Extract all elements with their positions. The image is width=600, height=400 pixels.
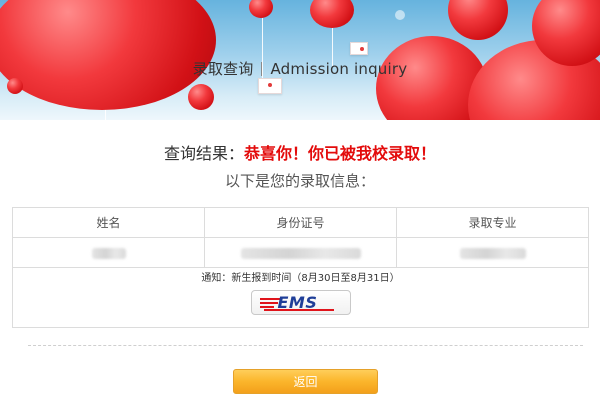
- result-line: 查询结果：恭喜你！你已被我校录取！: [0, 140, 600, 164]
- page: 录取查询 Admission inquiry 查询结果：恭喜你！你已被我校录取！ …: [0, 0, 600, 400]
- title-separator: [261, 62, 263, 76]
- notice-row: 通知：新生报到时间（8月30日至8月31日） EMS: [12, 267, 589, 328]
- registration-notice: 通知：新生报到时间（8月30日至8月31日）: [201, 273, 400, 284]
- header-id-number: 身份证号: [204, 207, 397, 238]
- red-balloon-small: [188, 84, 214, 110]
- header-banner: 录取查询 Admission inquiry: [0, 0, 600, 120]
- red-balloon-small: [7, 78, 23, 94]
- red-balloon: [310, 0, 354, 28]
- page-title: 录取查询 Admission inquiry: [0, 58, 600, 79]
- redacted-major: [459, 248, 526, 259]
- header-major: 录取专业: [396, 207, 589, 238]
- love-card: [350, 42, 368, 55]
- redacted-name: [91, 248, 126, 259]
- table-row: [12, 237, 589, 268]
- result-subtitle: 以下是您的录取信息：: [224, 172, 375, 190]
- redacted-id-number: [240, 248, 361, 259]
- admission-message: 恭喜你！你已被我校录取！: [244, 144, 437, 163]
- title-en: Admission inquiry: [270, 60, 408, 78]
- admission-info-table: 姓名 身份证号 录取专业 通知：新生报到时间（8月30日至8月31日） EMS: [12, 207, 589, 328]
- cell-id-number: [204, 237, 397, 268]
- cell-major: [396, 237, 589, 268]
- result-label: 查询结果：: [163, 144, 244, 163]
- red-balloon: [448, 0, 508, 40]
- back-button[interactable]: 返回: [233, 369, 378, 394]
- ems-logo: EMS: [250, 290, 351, 315]
- red-balloon-small: [249, 0, 273, 18]
- red-balloon-large: [0, 0, 216, 110]
- ems-underline: [263, 309, 334, 311]
- cell-name: [12, 237, 205, 268]
- love-card: [258, 78, 282, 94]
- notice-cell: 通知：新生报到时间（8月30日至8月31日） EMS: [12, 267, 589, 328]
- table-header-row: 姓名 身份证号 录取专业: [12, 207, 589, 238]
- header-name: 姓名: [12, 207, 205, 238]
- title-cn: 录取查询: [192, 60, 254, 78]
- bokeh-light: [395, 10, 405, 20]
- dashed-divider: [28, 345, 583, 346]
